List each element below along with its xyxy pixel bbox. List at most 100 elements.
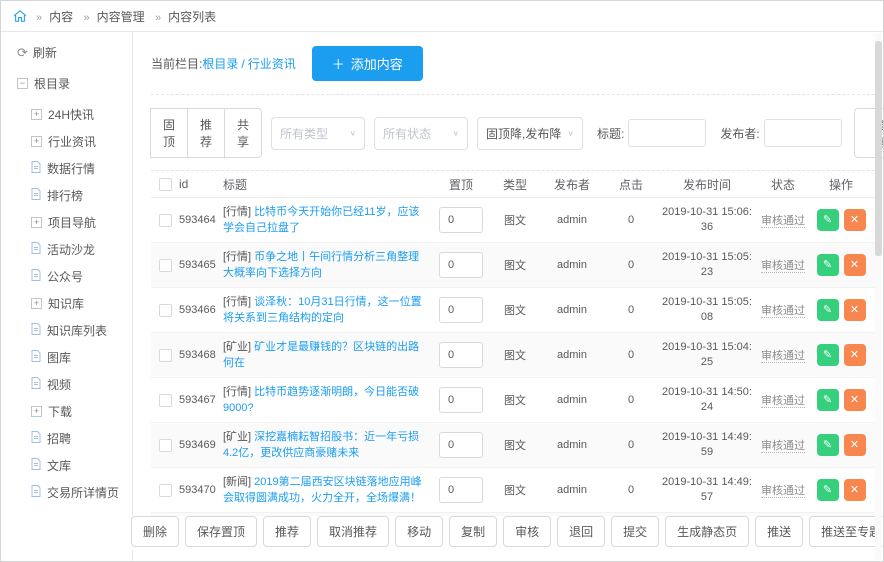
tree-node[interactable]: 活动沙龙 <box>17 236 132 263</box>
delete-button[interactable]: ✕ <box>844 389 866 411</box>
tree-node[interactable]: + 行业资讯 <box>17 128 132 155</box>
row-type: 图文 <box>491 257 539 273</box>
edit-button[interactable]: ✎ <box>817 344 839 366</box>
delete-button[interactable]: ✕ <box>844 479 866 501</box>
expand-icon[interactable]: + <box>31 217 42 228</box>
content-title-link[interactable]: 谈泽秋：10月31日行情，这一位置将关系到三角结构的定向 <box>223 296 422 324</box>
top-order-input[interactable] <box>439 207 483 233</box>
home-icon[interactable] <box>13 9 27 23</box>
tree-node[interactable]: 招聘 <box>17 425 132 452</box>
filter-select[interactable]: 所有类型 ∨ <box>271 117 365 150</box>
edit-button[interactable]: ✎ <box>817 479 839 501</box>
top-order-input[interactable] <box>439 252 483 278</box>
row-checkbox[interactable] <box>159 394 172 407</box>
tree-node[interactable]: + 项目导航 <box>17 209 132 236</box>
bulk-action-button[interactable]: 退回 <box>557 516 605 547</box>
edit-button[interactable]: ✎ <box>817 434 839 456</box>
table-row: 593470 [新闻]2019第二届西安区块链落地应用峰会取得圆满成功，火力全开… <box>151 468 875 513</box>
close-icon: ✕ <box>850 259 859 271</box>
collapse-icon[interactable]: − <box>17 78 28 89</box>
publisher-filter-input[interactable] <box>764 119 842 147</box>
tree-node[interactable]: 图库 <box>17 344 132 371</box>
scrollbar-thumb[interactable] <box>875 41 882 256</box>
filter-select[interactable]: 固顶降,发布降 ∨ <box>477 117 583 150</box>
row-checkbox[interactable] <box>159 259 172 272</box>
edit-button[interactable]: ✎ <box>817 389 839 411</box>
select-value: 固顶降,发布降 <box>486 125 561 142</box>
title-filter-input[interactable] <box>628 119 706 147</box>
edit-button[interactable]: ✎ <box>817 299 839 321</box>
add-content-button[interactable]: ＋添加内容 <box>312 46 423 81</box>
expand-icon[interactable]: + <box>31 298 42 309</box>
expand-icon[interactable]: + <box>31 406 42 417</box>
bulk-action-button[interactable]: 取消推荐 <box>317 516 389 547</box>
bulk-action-button[interactable]: 移动 <box>395 516 443 547</box>
tree-node[interactable]: + 24H快讯 <box>17 101 132 128</box>
pencil-icon: ✎ <box>823 484 832 496</box>
tree-node[interactable]: 文库 <box>17 452 132 479</box>
tree-node[interactable]: 公众号 <box>17 263 132 290</box>
delete-button[interactable]: ✕ <box>844 209 866 231</box>
bulk-action-button[interactable]: 提交 <box>611 516 659 547</box>
select-value: 所有状态 <box>383 125 431 142</box>
bulk-action-button[interactable]: 推送至专题 <box>809 516 884 547</box>
content-title-link[interactable]: 2019第二届西安区块链落地应用峰会取得圆满成功，火力全开，全场爆满！ <box>223 476 422 504</box>
breadcrumb-item[interactable]: 内容管理 <box>97 10 145 24</box>
row-checkbox[interactable] <box>159 304 172 317</box>
select-all-checkbox[interactable] <box>159 178 172 191</box>
bulk-action-button[interactable]: 复制 <box>449 516 497 547</box>
tree-node-root[interactable]: − 根目录 <box>17 75 132 92</box>
breadcrumb-item[interactable]: 内容列表 <box>168 10 216 24</box>
bulk-action-button[interactable]: 审核 <box>503 516 551 547</box>
bulk-action-button[interactable]: 删除 <box>131 516 179 547</box>
row-type: 图文 <box>491 212 539 228</box>
row-id: 593467 <box>179 394 223 406</box>
refresh-button[interactable]: ⟳ 刷新 <box>17 44 132 61</box>
filter-toggle-button[interactable]: 推荐 <box>187 108 225 158</box>
tree-node[interactable]: + 下载 <box>17 398 132 425</box>
path-link-root[interactable]: 根目录 <box>202 55 238 72</box>
path-link-category[interactable]: 行业资讯 <box>248 55 296 72</box>
tree-node[interactable]: 视频 <box>17 371 132 398</box>
bulk-action-button[interactable]: 推送 <box>755 516 803 547</box>
top-order-input[interactable] <box>439 387 483 413</box>
pencil-icon: ✎ <box>823 439 832 451</box>
top-order-input[interactable] <box>439 477 483 503</box>
row-checkbox[interactable] <box>159 484 172 497</box>
tree-node[interactable]: 排行榜 <box>17 182 132 209</box>
content-title-link[interactable]: 比特币今天开始你已经11岁，应该学会自己拉盘了 <box>223 206 420 234</box>
row-checkbox[interactable] <box>159 439 172 452</box>
content-title-link[interactable]: 币争之地丨午间行情分析三角整理大概率向下选择方向 <box>223 251 419 279</box>
content-title-link[interactable]: 矿业才是最赚钱的？区块链的出路何在 <box>223 341 419 369</box>
filter-toggle-button[interactable]: 共享 <box>224 108 262 158</box>
table-row: 593464 [行情]比特币今天开始你已经11岁，应该学会自己拉盘了 图文 ad… <box>151 198 875 243</box>
bulk-action-button[interactable]: 保存置顶 <box>185 516 257 547</box>
tree-node[interactable]: 数据行情 <box>17 155 132 182</box>
breadcrumb-item[interactable]: 内容 <box>49 10 73 24</box>
tree-node[interactable]: 知识库列表 <box>17 317 132 344</box>
filter-select[interactable]: 所有状态 ∨ <box>374 117 468 150</box>
tree-node[interactable]: + 知识库 <box>17 290 132 317</box>
document-icon <box>31 188 41 203</box>
table-body: 593464 [行情]比特币今天开始你已经11岁，应该学会自己拉盘了 图文 ad… <box>151 198 875 546</box>
top-order-input[interactable] <box>439 342 483 368</box>
bulk-action-button[interactable]: 推荐 <box>263 516 311 547</box>
top-order-input[interactable] <box>439 432 483 458</box>
expand-icon[interactable]: + <box>31 109 42 120</box>
row-checkbox[interactable] <box>159 349 172 362</box>
content-title-link[interactable]: 深挖嘉楠耘智招股书：近一年亏损4.2亿，更改供应商豪赌未来 <box>223 431 419 459</box>
bulk-action-button[interactable]: 生成静态页 <box>665 516 749 547</box>
row-checkbox[interactable] <box>159 214 172 227</box>
edit-button[interactable]: ✎ <box>817 254 839 276</box>
delete-button[interactable]: ✕ <box>844 299 866 321</box>
filter-toggle-button[interactable]: 固顶 <box>150 108 188 158</box>
delete-button[interactable]: ✕ <box>844 434 866 456</box>
edit-button[interactable]: ✎ <box>817 209 839 231</box>
delete-button[interactable]: ✕ <box>844 344 866 366</box>
document-icon <box>31 377 41 392</box>
content-title-link[interactable]: 比特币趋势逐渐明朗，今日能否破9000? <box>223 386 419 414</box>
delete-button[interactable]: ✕ <box>844 254 866 276</box>
expand-icon[interactable]: + <box>31 136 42 147</box>
tree-node[interactable]: 交易所详情页 <box>17 479 132 506</box>
top-order-input[interactable] <box>439 297 483 323</box>
